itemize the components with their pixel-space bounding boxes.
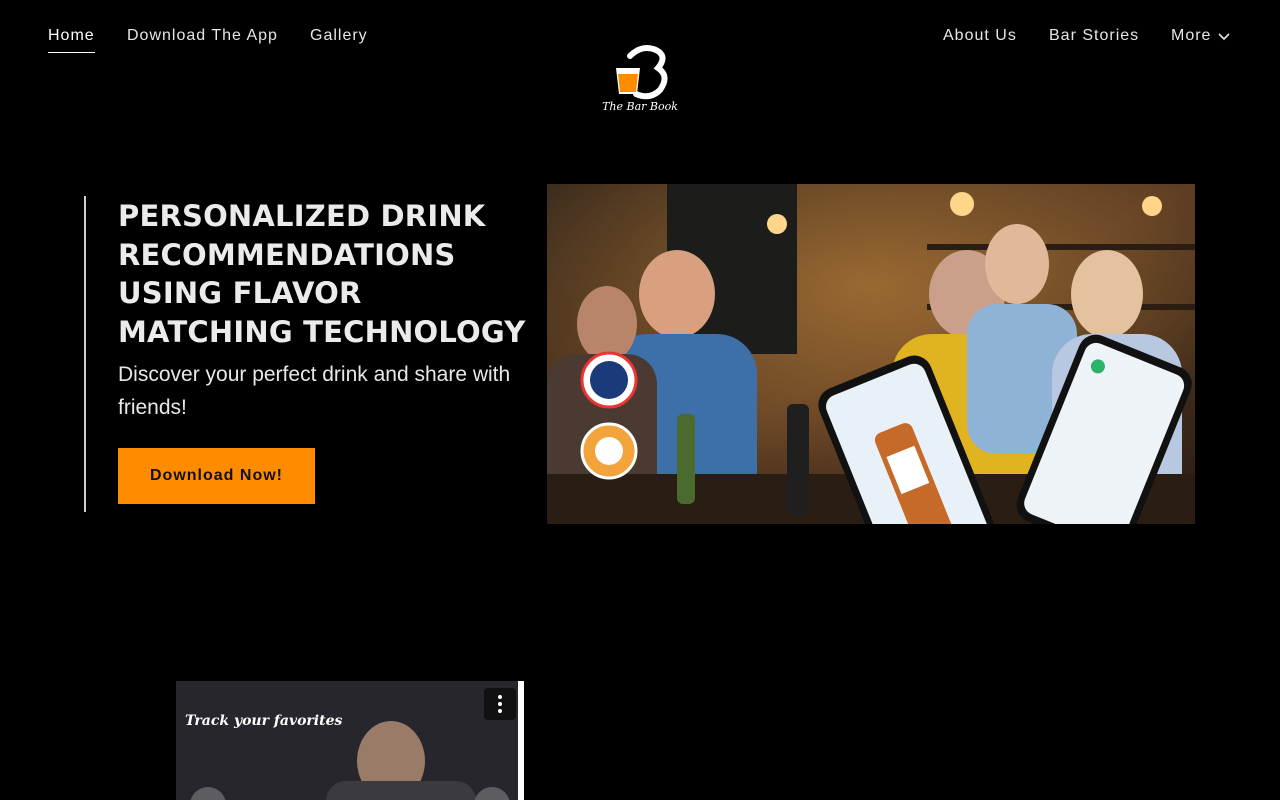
nav-more-dropdown[interactable]: More [1171,27,1231,45]
nav-home-link[interactable]: Home [48,27,95,53]
beer-glass-logo-icon [616,45,668,100]
hero-subtitle: Discover your perfect drink and share wi… [118,363,511,419]
logo-wordmark: The Bar Book [602,100,678,113]
nav-bar-stories-link[interactable]: Bar Stories [1049,27,1139,45]
nav-gallery-link[interactable]: Gallery [310,27,368,45]
hero-title: Personalized Drink Recommendations Using… [118,199,526,349]
nav-more-label: More [1171,27,1212,44]
hero-image [547,184,1195,524]
nav-about-us-link[interactable]: About Us [943,27,1017,45]
nav-download-app-link[interactable]: Download The App [127,27,278,45]
site-logo[interactable]: The Bar Book [600,44,680,118]
hero-accent-rule [84,196,86,512]
site-header: Home Download The App Gallery The Bar Bo… [0,0,1280,150]
chevron-down-icon [1218,33,1231,41]
gallery-slideshow[interactable]: Track your favorites [176,681,524,800]
gallery-caption: Track your favorites [185,713,343,729]
download-now-button[interactable]: Download Now! [118,448,315,504]
kebab-menu-icon[interactable] [484,688,516,720]
